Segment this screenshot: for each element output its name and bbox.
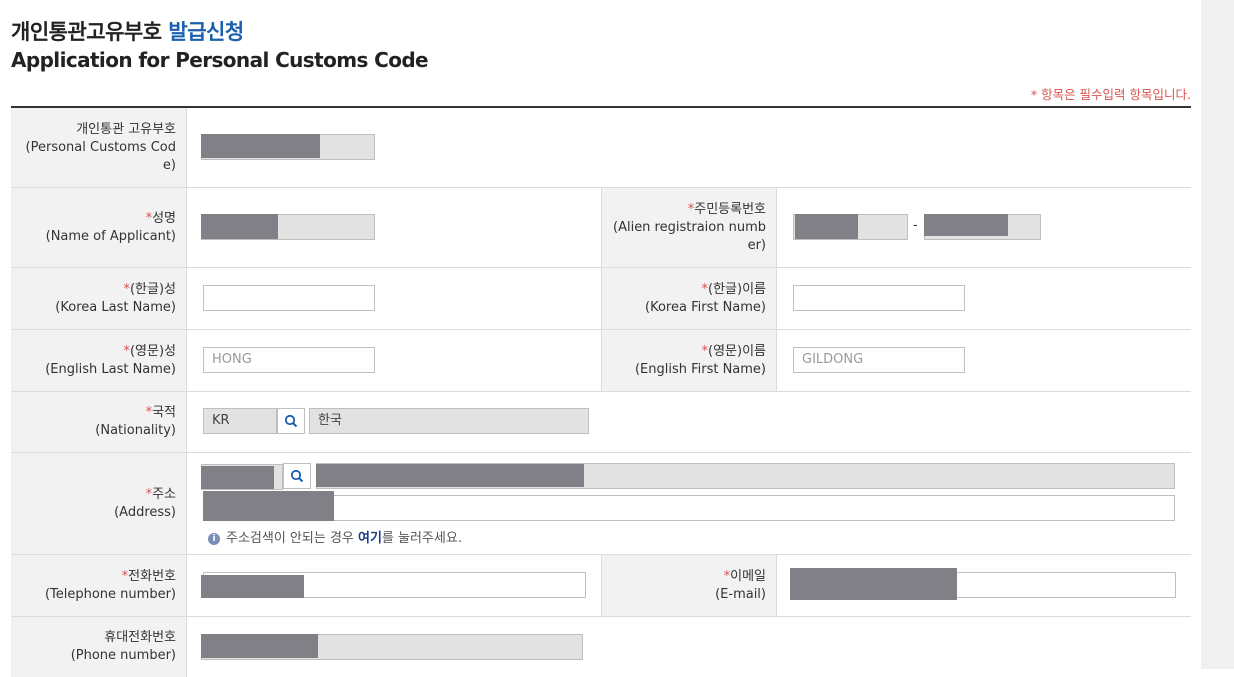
label-en: (Korea Last Name) [55, 299, 176, 315]
redacted-mobile [201, 634, 318, 658]
label-ko: *주소 [146, 486, 176, 504]
label-en: (English First Name) [634, 361, 766, 377]
redacted-telephone [201, 575, 304, 598]
nationality-name-field: 한국 [309, 408, 589, 434]
label-ko-text: 주소 [152, 486, 176, 502]
row-nationality: *국적 (Nationality) KR 한국 [11, 392, 1191, 453]
nationality-code-field: KR [203, 408, 277, 434]
required-fields-note: * 항목은 필수입력 항목입니다. [1030, 87, 1191, 102]
label-en: (English Last Name) [45, 361, 176, 377]
registration-separator: - [913, 218, 918, 233]
label-ko: *(한글)이름 [702, 281, 766, 299]
label-english-first-name: *(영문)이름 (English First Name) [601, 330, 777, 391]
label-telephone: *전화번호 (Telephone number) [11, 555, 187, 616]
label-ko-text: 국적 [152, 405, 176, 420]
label-ko-text: 전화번호 [128, 568, 176, 584]
english-first-name-input[interactable]: GILDONG [793, 347, 965, 373]
label-korea-first-name: *(한글)이름 (Korea First Name) [601, 268, 777, 329]
label-ko: 휴대전화번호 [104, 630, 176, 645]
redacted-postal-code [201, 466, 274, 489]
label-ko-text: (영문)이름 [708, 343, 766, 359]
label-ko-text: 주민등록번호 [694, 201, 766, 217]
label-ko: *전화번호 [122, 568, 176, 586]
label-nationality: *국적 (Nationality) [11, 392, 187, 452]
redacted-address-main [316, 464, 584, 487]
address-manual-link[interactable]: 여기 [358, 531, 382, 546]
label-en: (Korea First Name) [645, 299, 766, 315]
address-detail-input[interactable] [203, 495, 1175, 521]
address-help-text: i 주소검색이 안되는 경우 여기를 눌러주세요. [208, 527, 462, 546]
info-icon: i [208, 532, 220, 545]
label-email: *이메일 (E-mail) [601, 555, 777, 616]
label-en: (Telephone number) [44, 586, 176, 602]
page-title-korean: 개인통관고유부호 발급신청 [11, 16, 244, 46]
label-ko-text: 성명 [152, 210, 176, 226]
label-name: *성명 (Name of Applicant) [11, 188, 187, 267]
search-icon [290, 469, 304, 483]
row-address: *주소 (Address) i 주소검색이 안되는 경우 여기를 눌러주세요. [11, 453, 1191, 555]
label-ko: *(영문)성 [123, 343, 176, 361]
label-en: (Nationality) [95, 423, 176, 438]
label-ko: *국적 [146, 404, 176, 422]
hint-text: 주소검색이 안되는 경우 [226, 531, 358, 546]
label-korea-last-name: *(한글)성 (Korea Last Name) [11, 268, 187, 329]
title-korean-highlight: 발급신청 [168, 20, 244, 44]
label-en: (Address) [114, 504, 176, 520]
row-mobile: 휴대전화번호 (Phone number) [11, 617, 1191, 677]
address-search-button[interactable] [283, 463, 311, 489]
label-ko: 개인통관 고유부호 [76, 121, 176, 137]
korea-last-name-input[interactable] [203, 285, 375, 311]
page-title-english: Application for Personal Customs Code [11, 48, 429, 72]
row-korea-name: *(한글)성 (Korea Last Name) *(한글)이름 (Korea … [11, 268, 1191, 330]
redacted-registration-first [795, 214, 858, 239]
label-ko: *(영문)이름 [702, 343, 766, 361]
redacted-customs-code [201, 134, 320, 158]
label-ko: *주민등록번호 [688, 201, 766, 219]
label-en: (Name of Applicant) [45, 228, 176, 244]
label-mobile: 휴대전화번호 (Phone number) [11, 617, 187, 677]
label-ko-text: 이메일 [730, 568, 766, 584]
label-en: (E-mail) [715, 586, 766, 602]
label-ko: *이메일 [724, 568, 766, 586]
label-en: (Alien registraion numb [613, 219, 766, 235]
label-en-cont: er) [747, 237, 766, 253]
redacted-name [201, 214, 278, 239]
label-ko: *성명 [146, 210, 176, 228]
nationality-search-button[interactable] [277, 408, 305, 434]
label-en: (Phone number) [70, 648, 176, 663]
label-en-cont: e) [162, 157, 176, 173]
english-last-name-input[interactable]: HONG [203, 347, 375, 373]
label-english-last-name: *(영문)성 (English Last Name) [11, 330, 187, 391]
redacted-registration-second [924, 214, 1008, 236]
row-name: *성명 (Name of Applicant) *주민등록번호 (Alien r… [11, 188, 1191, 268]
label-en: (Personal Customs Cod [25, 139, 176, 155]
search-icon [284, 414, 298, 428]
label-address: *주소 (Address) [11, 453, 187, 554]
label-ko-text: (한글)성 [129, 281, 176, 297]
row-personal-customs-code: 개인통관 고유부호 (Personal Customs Cod e) [11, 108, 1191, 188]
redacted-address-detail [203, 491, 334, 521]
label-ko: *(한글)성 [123, 281, 176, 299]
redacted-email [790, 568, 957, 600]
title-korean-text: 개인통관고유부호 [11, 20, 162, 44]
korea-first-name-input[interactable] [793, 285, 965, 311]
hint-text-end: 를 눌러주세요. [381, 531, 462, 546]
label-ko-text: (영문)성 [129, 343, 176, 359]
row-telephone: *전화번호 (Telephone number) *이메일 (E-mail) [11, 555, 1191, 617]
label-ko-text: (한글)이름 [708, 281, 766, 297]
page-scrollbar[interactable] [1201, 0, 1234, 669]
label-personal-customs-code: 개인통관 고유부호 (Personal Customs Cod e) [11, 108, 187, 187]
row-english-name: *(영문)성 (English Last Name) HONG *(영문)이름 … [11, 330, 1191, 392]
label-alien-registration: *주민등록번호 (Alien registraion numb er) [601, 188, 777, 267]
